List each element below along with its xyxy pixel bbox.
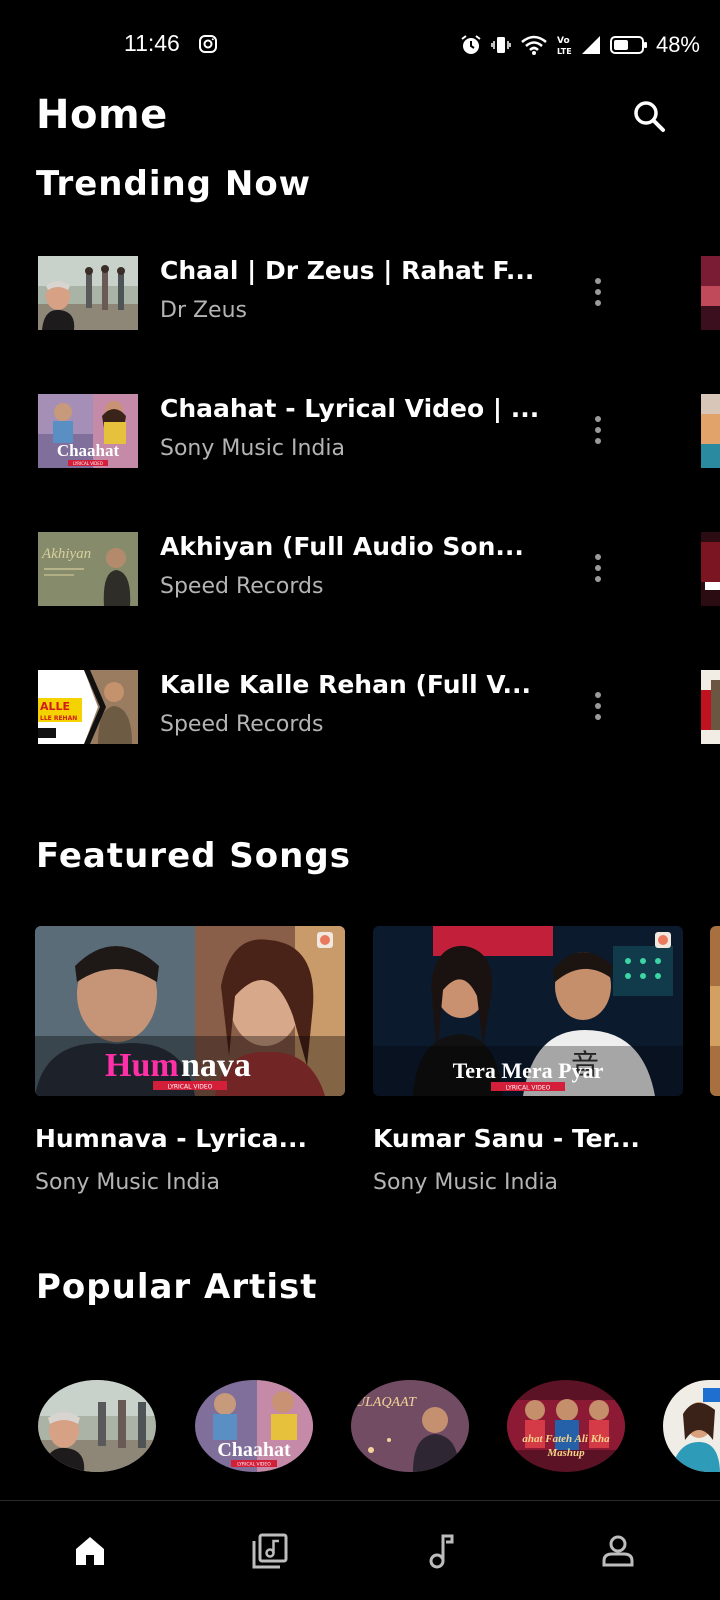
svg-text:ahat Fateh Ali Kha: ahat Fateh Ali Kha	[522, 1433, 610, 1445]
search-icon	[634, 101, 665, 132]
nav-music[interactable]	[420, 1531, 464, 1571]
thumbnail-text: ALLE	[40, 700, 70, 713]
trending-peek-thumbnail	[701, 394, 720, 468]
battery-icon	[609, 36, 647, 54]
svg-text:ULAQAAT: ULAQAAT	[355, 1395, 417, 1410]
volte-icon: Vo LTE	[557, 36, 572, 56]
alarm-icon	[461, 35, 481, 54]
svg-text:LYRICAL VIDEO: LYRICAL VIDEO	[237, 1462, 271, 1468]
more-options-button[interactable]	[583, 412, 613, 448]
page-title: Home	[36, 92, 168, 138]
svg-text:LYRICAL VIDEO: LYRICAL VIDEO	[506, 1085, 551, 1092]
artist-avatar[interactable]: ULAQAAT	[351, 1380, 469, 1472]
featured-channel: Sony Music India	[35, 1170, 220, 1195]
svg-text:Mashup: Mashup	[546, 1447, 585, 1459]
trending-thumbnail: ALLE LLE REHAN	[38, 670, 138, 744]
featured-section-title: Featured Songs	[36, 836, 351, 876]
featured-channel: Sony Music India	[373, 1170, 558, 1195]
trending-peek-thumbnail	[701, 670, 720, 744]
svg-text:LYRICAL VIDEO: LYRICAL VIDEO	[73, 461, 103, 466]
trending-channel: Speed Records	[160, 574, 324, 599]
svg-text:Vo: Vo	[557, 36, 570, 46]
artist-avatar[interactable]: ahat Fateh Ali Kha Mashup	[507, 1380, 625, 1472]
thumbnail-text: Tera Mera Pyar	[453, 1058, 604, 1083]
svg-text:LYRICAL VIDEO: LYRICAL VIDEO	[168, 1084, 213, 1091]
featured-title: Kumar Sanu - Ter...	[373, 1124, 640, 1153]
trending-item[interactable]: ALLE LLE REHAN Kalle Kalle Rehan (Full V…	[0, 666, 720, 746]
search-button[interactable]	[630, 97, 670, 137]
artist-avatar[interactable]	[38, 1380, 156, 1472]
featured-song-card[interactable]: Hum nava LYRICAL VIDEO Humnava - Lyrica.…	[35, 926, 345, 1196]
featured-song-card[interactable]: 音 Tera Mera Pyar LYRICAL VIDEO Kumar San…	[373, 926, 683, 1196]
nav-home[interactable]	[68, 1531, 112, 1571]
trending-item[interactable]: Chaahat LYRICAL VIDEO Chaahat - Lyrical …	[0, 390, 720, 470]
trending-title: Akhiyan (Full Audio Son...	[160, 532, 524, 561]
trending-item[interactable]: Akhiyan Akhiyan (Full Audio Son... Speed…	[0, 528, 720, 608]
thumbnail-text: Chaahat	[57, 441, 120, 460]
trending-channel: Sony Music India	[160, 436, 345, 461]
music-note-icon	[429, 1534, 454, 1569]
trending-title: Chaal | Dr Zeus | Rahat F...	[160, 256, 535, 285]
trending-title: Chaahat - Lyrical Video | ...	[160, 394, 540, 423]
trending-section-title: Trending Now	[36, 164, 312, 204]
trending-item[interactable]: Chaal | Dr Zeus | Rahat F... Dr Zeus	[0, 252, 720, 332]
nav-library[interactable]	[248, 1531, 292, 1571]
more-options-button[interactable]	[583, 688, 613, 724]
vibrate-icon	[491, 37, 511, 53]
home-icon	[76, 1537, 104, 1565]
trending-title: Kalle Kalle Rehan (Full V...	[160, 670, 531, 699]
trending-channel: Speed Records	[160, 712, 324, 737]
thumbnail-text: Hum	[105, 1047, 179, 1084]
library-icon	[252, 1533, 288, 1569]
thumbnail-text: Akhiyan	[41, 546, 91, 562]
profile-icon	[602, 1535, 634, 1567]
more-options-button[interactable]	[583, 550, 613, 586]
svg-text:nava: nava	[181, 1047, 251, 1084]
trending-channel: Dr Zeus	[160, 298, 247, 323]
wifi-icon	[521, 35, 547, 55]
featured-title: Humnava - Lyrica...	[35, 1124, 307, 1153]
artist-avatar[interactable]	[663, 1380, 720, 1472]
artist-avatar[interactable]: Chaahat LYRICAL VIDEO	[195, 1380, 313, 1472]
artists-section-title: Popular Artist	[36, 1267, 318, 1307]
nav-profile[interactable]	[596, 1531, 640, 1571]
trending-thumbnail	[38, 256, 138, 330]
instagram-icon	[199, 35, 217, 53]
featured-thumbnail: 音 Tera Mera Pyar LYRICAL VIDEO	[373, 926, 683, 1096]
battery-percent: 48%	[655, 32, 700, 57]
status-bar: 11:46 Vo LTE 48%	[0, 0, 720, 90]
featured-peek-thumbnail	[710, 926, 720, 1096]
more-options-button[interactable]	[583, 274, 613, 310]
status-icons: Vo LTE 48%	[460, 30, 700, 60]
svg-text:LTE: LTE	[557, 47, 572, 56]
trending-peek-thumbnail	[701, 256, 720, 330]
trending-peek-thumbnail	[701, 532, 720, 606]
status-time: 11:46	[124, 30, 180, 56]
signal-icon	[581, 36, 600, 54]
svg-text:Chaahat: Chaahat	[217, 1439, 291, 1461]
featured-thumbnail: Hum nava LYRICAL VIDEO	[35, 926, 345, 1096]
trending-thumbnail: Chaahat LYRICAL VIDEO	[38, 394, 138, 468]
bottom-navigation	[0, 1500, 720, 1600]
svg-text:LLE REHAN: LLE REHAN	[40, 715, 77, 722]
trending-thumbnail: Akhiyan	[38, 532, 138, 606]
